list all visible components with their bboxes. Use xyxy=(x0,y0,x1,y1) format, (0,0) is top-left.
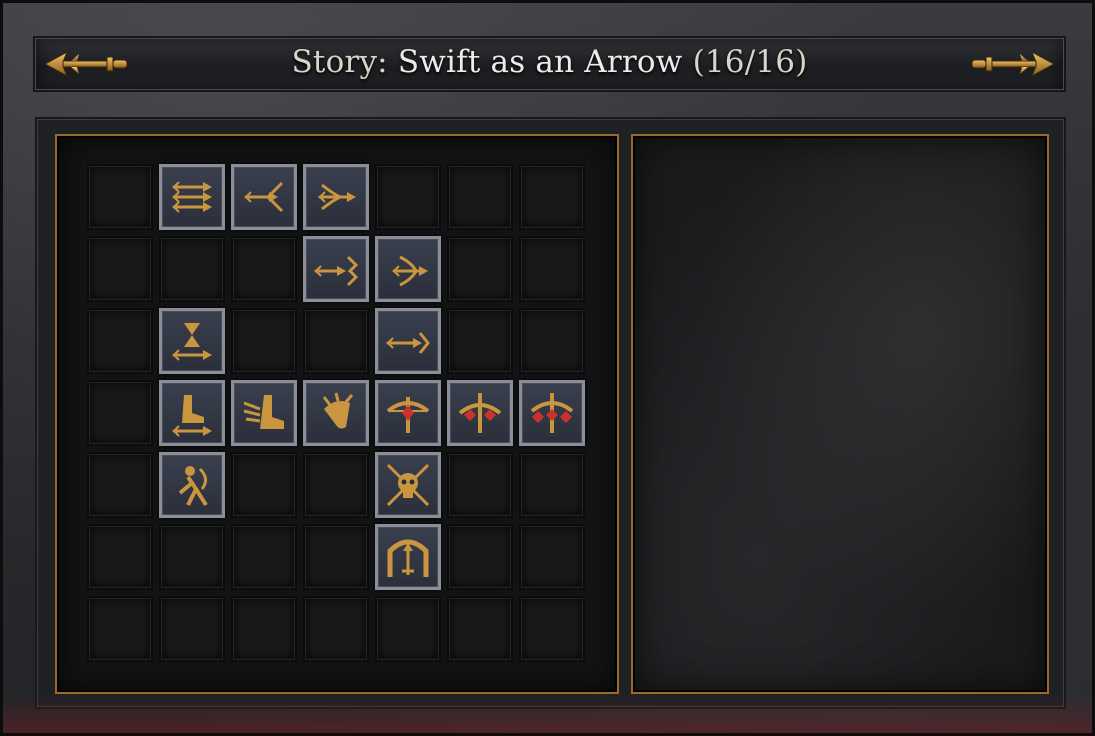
skill-slot[interactable] xyxy=(375,380,441,446)
empty-slot xyxy=(87,596,153,662)
empty-slot xyxy=(159,524,225,590)
boot-arrow-icon xyxy=(172,395,212,437)
skill-slot[interactable] xyxy=(375,308,441,374)
empty-slot xyxy=(303,524,369,590)
crossbow-triple-gems-icon xyxy=(530,393,574,433)
empty-slot xyxy=(87,164,153,230)
skill-slot[interactable] xyxy=(159,164,225,230)
details-panel xyxy=(631,134,1049,694)
skill-slot[interactable] xyxy=(375,524,441,590)
archer-icon xyxy=(178,466,208,507)
skill-slot[interactable] xyxy=(519,380,585,446)
empty-slot xyxy=(447,524,513,590)
skull-crossed-arrows-icon xyxy=(386,463,430,507)
fletched-arrow-icon xyxy=(318,183,356,211)
empty-slot xyxy=(303,596,369,662)
crossbow-gems-icon xyxy=(458,393,502,433)
skill-slot[interactable] xyxy=(303,164,369,230)
skill-slot[interactable] xyxy=(303,380,369,446)
crossbow-icon xyxy=(386,397,430,433)
story-progress: (16/16) xyxy=(692,44,808,80)
empty-slot xyxy=(519,452,585,518)
empty-slot xyxy=(159,596,225,662)
empty-slot xyxy=(87,524,153,590)
skill-slot[interactable] xyxy=(375,236,441,302)
empty-slot xyxy=(87,380,153,446)
skill-slot[interactable] xyxy=(303,236,369,302)
feathered-arrow-icon xyxy=(386,332,430,354)
title-prefix: Story: xyxy=(291,44,388,80)
title-bar: Story: Swift as an Arrow (16/16) xyxy=(33,36,1066,92)
page-title: Story: Swift as an Arrow (16/16) xyxy=(35,44,1064,80)
empty-slot xyxy=(447,236,513,302)
empty-slot xyxy=(447,596,513,662)
empty-slot xyxy=(231,524,297,590)
skill-grid-panel xyxy=(55,134,619,694)
winged-boot-icon xyxy=(243,395,284,429)
empty-slot xyxy=(519,308,585,374)
skill-slot[interactable] xyxy=(375,452,441,518)
skill-slot[interactable] xyxy=(231,380,297,446)
skill-slot[interactable] xyxy=(159,452,225,518)
piercing-arrow-icon xyxy=(314,255,359,287)
empty-slot xyxy=(447,164,513,230)
empty-slot xyxy=(447,308,513,374)
empty-slot xyxy=(231,308,297,374)
empty-slot xyxy=(231,236,297,302)
skill-slot[interactable] xyxy=(447,380,513,446)
skill-slot[interactable] xyxy=(159,308,225,374)
empty-slot xyxy=(231,452,297,518)
skill-slot[interactable] xyxy=(159,380,225,446)
empty-slot xyxy=(87,308,153,374)
empty-slot xyxy=(303,308,369,374)
right-arrow-icon[interactable] xyxy=(968,44,1058,84)
empty-slot xyxy=(303,452,369,518)
empty-slot xyxy=(87,452,153,518)
empty-slot xyxy=(519,524,585,590)
split-arrow-icon xyxy=(244,181,284,213)
story-window: Story: Swift as an Arrow (16/16) xyxy=(0,0,1095,736)
quiver-icon xyxy=(322,392,354,429)
empty-slot xyxy=(519,164,585,230)
deflect-arrow-icon xyxy=(392,255,428,287)
empty-slot xyxy=(231,596,297,662)
empty-slot xyxy=(519,236,585,302)
skill-slot[interactable] xyxy=(231,164,297,230)
empty-slot xyxy=(87,236,153,302)
empty-slot xyxy=(519,596,585,662)
hourglass-arrow-icon xyxy=(172,323,212,361)
empty-slot xyxy=(159,236,225,302)
arrow-gate-icon xyxy=(387,539,429,577)
triple-arrow-icon xyxy=(172,181,212,213)
empty-slot xyxy=(375,596,441,662)
story-name: Swift as an Arrow xyxy=(397,44,683,80)
empty-slot xyxy=(375,164,441,230)
empty-slot xyxy=(447,452,513,518)
